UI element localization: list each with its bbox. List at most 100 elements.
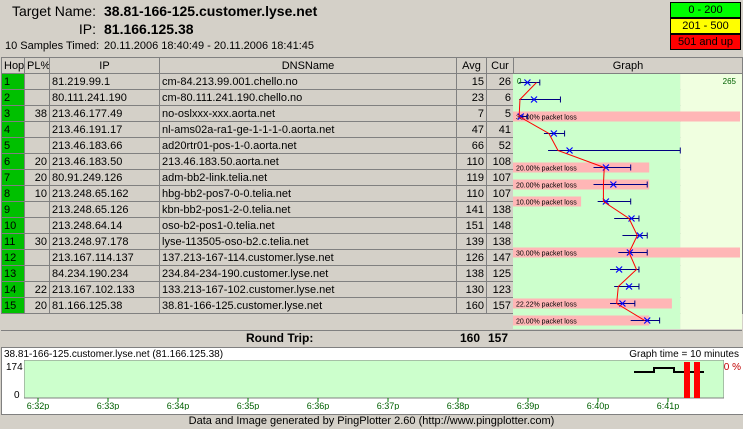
dns-name: nl-ams02a-ra1-ge-1-1-1-0.aorta.net <box>159 121 457 138</box>
hop-number: 9 <box>1 201 25 218</box>
timeline-title: 38.81-166-125.customer.lyse.net (81.166.… <box>4 349 224 360</box>
avg-latency: 15 <box>456 73 487 90</box>
avg-latency: 119 <box>456 169 487 186</box>
hop-number: 3 <box>1 105 25 122</box>
time-label: 6:41p <box>657 401 680 410</box>
target-name-value: 38.81-166-125.customer.lyse.net <box>104 3 318 19</box>
avg-latency: 126 <box>456 249 487 266</box>
dns-name: 133.213-167-102.customer.lyse.net <box>159 281 457 298</box>
dns-name: 213.46.183.50.aorta.net <box>159 153 457 170</box>
cur-latency: 5 <box>486 105 514 122</box>
ip-address: 84.234.190.234 <box>49 265 160 282</box>
y-top-label: 174 <box>6 362 23 373</box>
packet-loss-percent <box>24 121 50 138</box>
avg-latency: 7 <box>456 105 487 122</box>
col-ip-header[interactable]: IP <box>49 57 160 74</box>
packet-loss-label: 20.00% packet loss <box>516 166 577 173</box>
hop-number: 15 <box>1 297 25 314</box>
timeline-plot-area <box>24 360 724 399</box>
packet-loss-percent: 20 <box>24 297 50 314</box>
cur-latency: 125 <box>486 265 514 282</box>
hop-number: 12 <box>1 249 25 266</box>
hop-number: 6 <box>1 153 25 170</box>
time-label: 6:36p <box>307 401 330 410</box>
dns-name: 137.213-167-114.customer.lyse.net <box>159 249 457 266</box>
dns-name: ad20rtr01-pos-1-0.aorta.net <box>159 137 457 154</box>
dns-name: oso-b2-pos1-0.telia.net <box>159 217 457 234</box>
cur-latency: 41 <box>486 121 514 138</box>
packet-loss-label: 20.00% packet loss <box>516 319 577 326</box>
cur-latency: 6 <box>486 89 514 106</box>
timeline-panel: 38.81-166-125.customer.lyse.net (81.166.… <box>1 347 743 415</box>
ip-address: 213.248.97.178 <box>49 233 160 250</box>
packet-loss-percent: 30 <box>24 233 50 250</box>
time-label: 6:39p <box>517 401 540 410</box>
col-dns-header[interactable]: DNSName <box>159 57 457 74</box>
avg-latency: 151 <box>456 217 487 234</box>
avg-latency: 110 <box>456 153 487 170</box>
packet-loss-percent <box>24 217 50 234</box>
cur-latency: 123 <box>486 281 514 298</box>
packet-loss-percent: 20 <box>24 169 50 186</box>
time-label: 6:37p <box>377 401 400 410</box>
col-avg-header[interactable]: Avg <box>456 57 487 74</box>
round-trip-avg: 160 <box>460 331 481 345</box>
time-label: 6:40p <box>587 401 610 410</box>
hop-number: 1 <box>1 73 25 90</box>
time-label: 6:35p <box>237 401 260 410</box>
cur-latency: 26 <box>486 73 514 90</box>
time-label: 6:34p <box>167 401 190 410</box>
cur-latency: 52 <box>486 137 514 154</box>
cur-latency: 107 <box>486 185 514 202</box>
col-pl-header[interactable]: PL% <box>24 57 50 74</box>
avg-latency: 160 <box>456 297 487 314</box>
ip-address: 213.248.65.126 <box>49 201 160 218</box>
legend-low: 0 - 200 <box>670 2 741 18</box>
packet-loss-label: 20.00% packet loss <box>516 183 577 190</box>
ip-address: 213.167.102.133 <box>49 281 160 298</box>
dns-name: lyse-113505-oso-b2.c.telia.net <box>159 233 457 250</box>
packet-loss-percent <box>24 249 50 266</box>
dns-name: hbg-bb2-pos7-0-0.telia.net <box>159 185 457 202</box>
ip-address: 213.46.183.66 <box>49 137 160 154</box>
table-header-row: Hop PL% IP DNSName Avg Cur Graph <box>1 57 743 74</box>
ip-address: 213.248.65.162 <box>49 185 160 202</box>
ip-address: 81.219.99.1 <box>49 73 160 90</box>
ip-address: 213.167.114.137 <box>49 249 160 266</box>
avg-latency: 110 <box>456 185 487 202</box>
samples-label: 10 Samples Timed: <box>5 40 100 52</box>
cur-latency: 157 <box>486 297 514 314</box>
avg-latency: 23 <box>456 89 487 106</box>
ip-label: IP: <box>78 21 96 37</box>
col-cur-header[interactable]: Cur <box>486 57 514 74</box>
dns-name: adm-bb2-link.telia.net <box>159 169 457 186</box>
time-label: 6:38p <box>447 401 470 410</box>
ip-address: 81.166.125.38 <box>49 297 160 314</box>
scale-left-label: 0 <box>517 77 522 86</box>
timeline-loss-bar <box>694 362 700 398</box>
hop-number: 2 <box>1 89 25 106</box>
y-bottom-label: 0 <box>14 390 20 401</box>
packet-loss-percent: 38 <box>24 105 50 122</box>
packet-loss-label: 22.22% packet loss <box>516 302 577 309</box>
avg-latency: 66 <box>456 137 487 154</box>
packet-loss-label: 10.00% packet loss <box>516 200 577 207</box>
scale-right-label: 265 <box>723 77 737 86</box>
dns-name: 234.84-234-190.customer.lyse.net <box>159 265 457 282</box>
packet-loss-percent <box>24 89 50 106</box>
graph-time-label: Graph time = 10 minutes <box>629 349 739 360</box>
hop-number: 8 <box>1 185 25 202</box>
ip-address: 213.46.191.17 <box>49 121 160 138</box>
packet-loss-percent <box>24 265 50 282</box>
target-name-label: Target Name: <box>11 3 96 19</box>
packet-loss-percent <box>24 201 50 218</box>
round-trip-label: Round Trip: <box>246 331 314 345</box>
hop-number: 10 <box>1 217 25 234</box>
packet-loss-label: 30.00% packet loss <box>516 251 577 258</box>
col-hop-header[interactable]: Hop <box>1 57 25 74</box>
col-graph-header[interactable]: Graph <box>513 57 743 74</box>
avg-latency: 47 <box>456 121 487 138</box>
avg-latency: 141 <box>456 201 487 218</box>
cur-latency: 147 <box>486 249 514 266</box>
round-trip-row: Round Trip: 160 157 <box>1 330 742 345</box>
